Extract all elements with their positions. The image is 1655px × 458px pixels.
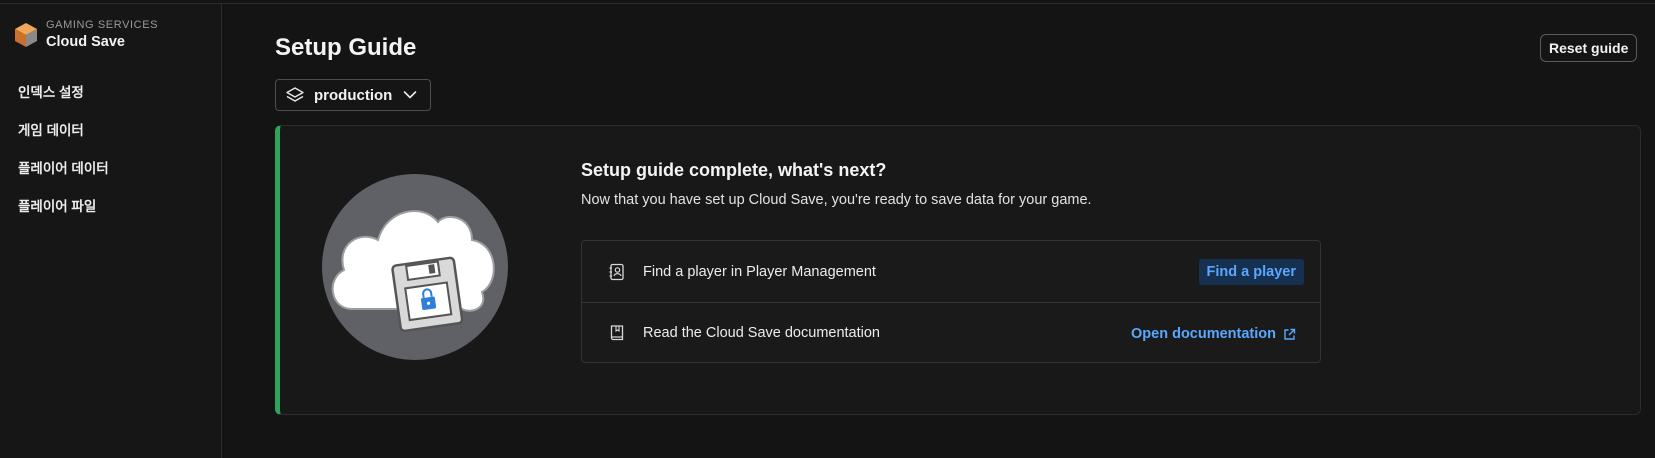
find-player-button[interactable]: Find a player — [1198, 259, 1304, 285]
brand[interactable]: GAMING SERVICES Cloud Save — [14, 18, 158, 52]
sidebar-item-player-data[interactable]: 플레이어 데이터 — [18, 150, 208, 188]
sidebar-item-game-data[interactable]: 게임 데이터 — [18, 112, 208, 150]
contact-book-icon — [609, 263, 624, 280]
card-heading: Setup guide complete, what's next? — [581, 160, 887, 180]
list-item: Read the Cloud Save documentation Open d… — [582, 302, 1320, 363]
task-text: Read the Cloud Save documentation — [643, 325, 880, 341]
external-link-icon — [1284, 328, 1296, 340]
sidebar-item-player-files[interactable]: 플레이어 파일 — [18, 188, 208, 226]
book-icon — [610, 325, 624, 341]
brand-subtitle: GAMING SERVICES — [46, 19, 159, 31]
environment-selector[interactable]: production — [275, 79, 431, 111]
cube-logo-icon — [15, 23, 37, 47]
sidebar-item-index-settings[interactable]: 인덱스 설정 — [18, 74, 208, 112]
open-documentation-label: Open documentation — [1131, 326, 1276, 342]
card-description: Now that you have set up Cloud Save, you… — [581, 192, 1092, 208]
sidebar-nav: 인덱스 설정 게임 데이터 플레이어 데이터 플레이어 파일 — [18, 74, 208, 226]
setup-complete-card: Setup guide complete, what's next? Now t… — [275, 125, 1641, 415]
next-steps-list: Find a player in Player Management Find … — [581, 240, 1321, 363]
brand-title: Cloud Save — [46, 34, 125, 50]
open-documentation-link[interactable]: Open documentation — [1131, 321, 1296, 347]
reset-guide-button[interactable]: Reset guide — [1540, 34, 1638, 62]
main-content: Setup Guide Reset guide production Setup… — [223, 4, 1655, 458]
cloud-save-illustration-icon — [322, 174, 508, 360]
environment-value: production — [314, 86, 393, 104]
chevron-down-icon — [404, 91, 417, 99]
task-text: Find a player in Player Management — [643, 263, 876, 280]
page-title: Setup Guide — [275, 34, 417, 61]
list-item: Find a player in Player Management Find … — [582, 241, 1320, 302]
sidebar: GAMING SERVICES Cloud Save 인덱스 설정 게임 데이터… — [0, 4, 222, 458]
layers-icon — [286, 87, 304, 102]
